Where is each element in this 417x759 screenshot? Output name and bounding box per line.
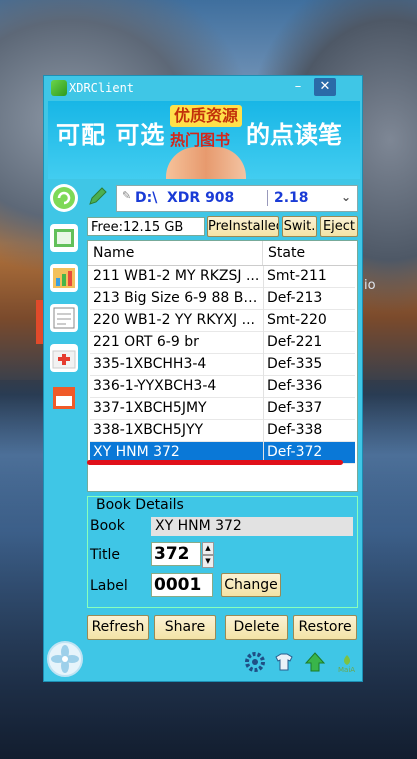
book-label: Book <box>90 518 125 534</box>
title-spinner[interactable]: ▲ ▼ <box>202 542 214 568</box>
column-header-name[interactable]: Name <box>93 245 134 261</box>
cell-divider <box>263 288 264 310</box>
table-row[interactable]: 213 Big Size 6-9 88 Bo... Def-213 <box>90 288 355 310</box>
row-name: 211 WB1-2 MY RKZSJ ... <box>93 268 260 284</box>
flower-logo-icon[interactable] <box>47 641 83 677</box>
store-icon[interactable] <box>50 384 78 412</box>
svg-text:MaiA: MaiA <box>338 666 355 673</box>
row-name: 221 ORT 6-9 br <box>93 334 199 350</box>
table-row[interactable]: 335-1XBCHH3-4 Def-335 <box>90 354 355 376</box>
table-row[interactable]: 220 WB1-2 YY RKYXJ ... Smt-220 <box>90 310 355 332</box>
change-button[interactable]: Change <box>221 573 281 597</box>
cell-divider <box>263 420 264 442</box>
refresh-button[interactable]: Refresh <box>87 615 149 640</box>
banner-text-left: 可配 可选 <box>56 121 166 149</box>
cell-divider <box>263 398 264 420</box>
row-name: 335-1XBCHH3-4 <box>93 356 207 372</box>
cell-divider <box>263 376 264 398</box>
notes-icon[interactable] <box>50 304 78 332</box>
share-button[interactable]: Share <box>154 615 216 640</box>
close-button[interactable]: ✕ <box>314 78 336 96</box>
device-drive: D:\ <box>135 190 158 206</box>
row-state: Def-372 <box>267 444 323 460</box>
row-name: 337-1XBCH5JMY <box>93 400 207 416</box>
restore-button[interactable]: Restore <box>293 615 357 640</box>
spin-down-icon[interactable]: ▼ <box>202 555 214 568</box>
table-row[interactable]: 336-1-YYXBCH3-4 Def-336 <box>90 376 355 398</box>
row-state: Smt-220 <box>267 312 327 328</box>
title-bar[interactable]: XDRClient – ✕ <box>44 76 362 100</box>
row-state: Def-213 <box>267 290 323 306</box>
delete-button[interactable]: Delete <box>225 615 288 640</box>
eject-button[interactable]: Eject <box>320 216 358 237</box>
row-state: Smt-211 <box>267 268 327 284</box>
brand-logo-icon: MaiA <box>334 651 360 674</box>
row-name: XY HNM 372 <box>93 444 180 460</box>
row-state: Def-337 <box>267 400 323 416</box>
annotation-underline <box>87 460 343 465</box>
row-state: Def-338 <box>267 422 323 438</box>
table-row[interactable]: 211 WB1-2 MY RKZSJ ... Smt-211 <box>90 266 355 288</box>
title-number-input[interactable]: 372 <box>151 542 201 566</box>
banner-text-right: 的点读笔 <box>246 121 342 149</box>
cell-divider <box>263 310 264 332</box>
refresh-books-icon[interactable] <box>50 184 78 212</box>
free-space-label: Free:12.15 GB <box>87 217 205 236</box>
column-header-state[interactable]: State <box>268 245 305 261</box>
desktop-icon-label[interactable]: io <box>364 278 376 293</box>
table-row[interactable]: 338-1XBCH5JYY Def-338 <box>90 420 355 442</box>
xdrclient-window: XDRClient – ✕ 可配 可选 优质资源 热门图书 的点读笔 ✎ D:\… <box>43 75 363 682</box>
device-version: 2.18 <box>267 190 309 206</box>
book-list[interactable]: Name State 211 WB1-2 MY RKZSJ ... Smt-211… <box>87 240 358 492</box>
spin-up-icon[interactable]: ▲ <box>202 542 214 555</box>
pencil-edit-icon[interactable] <box>87 185 109 207</box>
cell-divider <box>263 354 264 376</box>
settings-icon[interactable] <box>244 651 266 673</box>
row-name: 338-1XBCH5JYY <box>93 422 204 438</box>
window-title: XDRClient <box>69 81 135 95</box>
cell-divider <box>263 266 264 288</box>
medical-kit-icon[interactable] <box>50 344 78 372</box>
app-logo-icon <box>51 80 67 96</box>
cell-divider <box>263 332 264 354</box>
row-state: Def-221 <box>267 334 323 350</box>
row-name: 336-1-YYXBCH3-4 <box>93 378 217 394</box>
title-label: Title <box>90 547 121 563</box>
row-name: 213 Big Size 6-9 88 Bo... <box>93 290 261 306</box>
list-header: Name State <box>88 241 357 266</box>
shirt-icon[interactable] <box>273 651 295 673</box>
ad-banner[interactable]: 可配 可选 优质资源 热门图书 的点读笔 <box>48 101 360 179</box>
switch-button[interactable]: Swit. <box>282 216 317 237</box>
row-state: Def-335 <box>267 356 323 372</box>
minimize-button[interactable]: – <box>287 78 309 96</box>
label-input[interactable]: 0001 <box>151 573 213 597</box>
pen-small-icon: ✎ <box>122 189 132 202</box>
banner-highlight: 优质资源 <box>170 105 242 127</box>
row-state: Def-336 <box>267 378 323 394</box>
row-name: 220 WB1-2 YY RKYXJ ... <box>93 312 255 328</box>
upload-icon[interactable] <box>304 651 326 673</box>
stats-icon[interactable] <box>50 264 78 292</box>
book-name-field: XY HNM 372 <box>151 517 353 536</box>
book-icon[interactable] <box>50 224 78 252</box>
device-select[interactable]: ✎ D:\ XDR 908 2.18 ⌄ <box>116 185 358 212</box>
device-name: XDR 908 <box>167 190 235 206</box>
banner-children-image <box>166 147 246 179</box>
preinstalled-button[interactable]: PreInstalled <box>207 216 279 237</box>
label-label: Label <box>90 578 128 594</box>
chevron-down-icon[interactable]: ⌄ <box>341 190 351 204</box>
table-row[interactable]: 221 ORT 6-9 br Def-221 <box>90 332 355 354</box>
column-divider <box>262 241 263 265</box>
book-details-title: Book Details <box>93 497 187 513</box>
table-row[interactable]: 337-1XBCH5JMY Def-337 <box>90 398 355 420</box>
